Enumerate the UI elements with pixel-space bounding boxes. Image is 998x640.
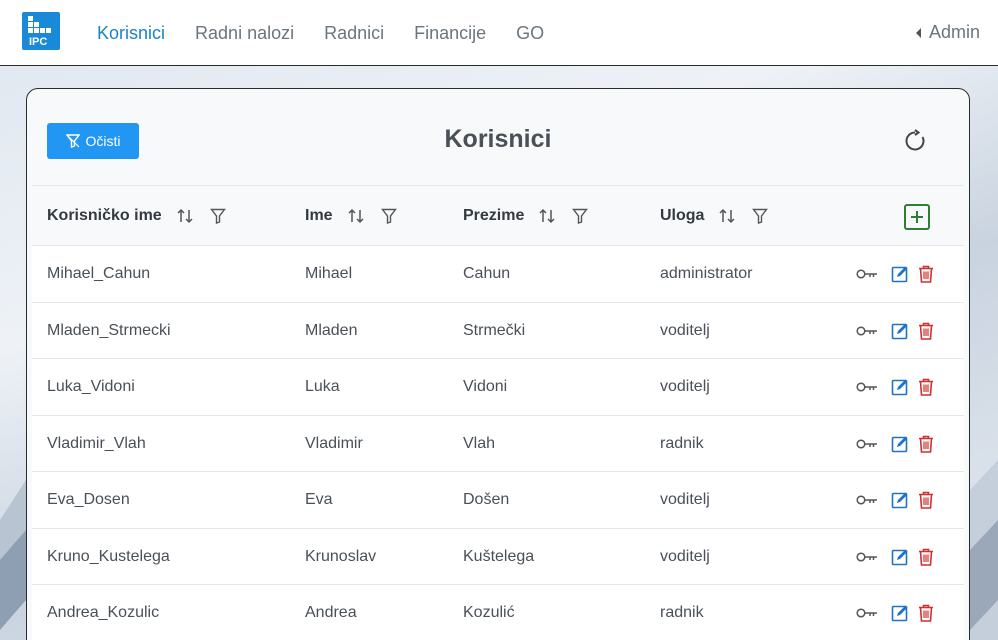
column-header-last-name[interactable]: Prezime [463,186,589,246]
sort-icon[interactable] [347,207,365,225]
plus-icon [911,211,923,223]
edit-icon[interactable] [891,604,909,622]
card-header: Očisti Korisnici [27,89,969,185]
filter-icon[interactable] [572,208,589,224]
table-row[interactable]: Mladen_Strmecki Mladen Strmečki voditelj [32,302,964,359]
user-menu-label: Admin [928,22,980,42]
trash-icon[interactable] [918,604,934,622]
add-user-button[interactable] [904,204,930,230]
cell-username: Luka_Vidoni [47,378,135,395]
table-row[interactable]: Luka_Vidoni Luka Vidoni voditelj [32,359,964,416]
cell-first-name: Luka [305,378,340,395]
user-menu[interactable]: Admin [915,22,980,43]
cell-role: voditelj [660,547,710,565]
top-navbar: IPC Korisnici Radni nalozi Radnici Finan… [0,0,998,66]
cell-last-name: Vlah [463,434,496,452]
cell-first-name: Krunoslav [305,547,377,565]
refresh-icon[interactable] [903,129,927,153]
column-label: Prezime [463,207,525,224]
key-icon[interactable] [856,268,878,280]
trash-icon[interactable] [918,265,934,283]
caret-left-icon [915,27,921,38]
key-icon[interactable] [856,494,878,506]
column-header-username[interactable]: Korisničko ime [47,186,226,246]
trash-icon[interactable] [918,435,934,453]
sort-icon[interactable] [176,207,194,225]
table-row[interactable]: Andrea_Kozulic Andrea Kozulić radnik [32,585,964,640]
cell-username: Kruno_Kustelega [47,547,170,565]
cell-role: radnik [660,604,704,621]
cell-username: Andrea_Kozulic [47,604,160,621]
column-header-first-name[interactable]: Ime [305,186,397,246]
edit-icon[interactable] [891,491,909,509]
cell-role: radnik [660,434,704,452]
cell-username: Mladen_Strmecki [47,321,171,339]
nav-item-korisnici[interactable]: Korisnici [97,23,165,44]
key-icon[interactable] [856,551,878,563]
cell-last-name: Cahun [463,265,511,282]
cell-last-name: Kozulić [463,604,515,621]
cell-first-name: Mladen [305,321,358,339]
cell-first-name: Eva [305,491,333,508]
table-row[interactable]: Eva_Dosen Eva Došen voditelj [32,472,964,529]
key-icon[interactable] [856,607,878,619]
cell-first-name: Andrea [305,604,357,621]
column-label: Korisničko ime [47,207,162,224]
ipc-logo[interactable]: IPC [22,12,60,50]
edit-icon[interactable] [891,435,909,453]
edit-icon[interactable] [891,378,909,396]
edit-icon[interactable] [891,322,909,340]
users-card: Očisti Korisnici Korisničko ime Ime Prez… [26,88,970,640]
key-icon[interactable] [856,381,878,393]
edit-icon[interactable] [891,265,909,283]
nav-item-radni-nalozi[interactable]: Radni nalozi [195,23,294,44]
table-body: Mihael_Cahun Mihael Cahun administrator … [32,246,964,640]
filter-icon[interactable] [209,208,226,224]
sort-icon[interactable] [718,207,736,225]
cell-role: voditelj [660,321,710,339]
cell-first-name: Mihael [305,265,353,282]
table-row[interactable]: Vladimir_Vlah Vladimir Vlah radnik [32,415,964,472]
nav-item-financije[interactable]: Financije [414,23,486,44]
cell-username: Vladimir_Vlah [47,434,146,452]
trash-icon[interactable] [918,378,934,396]
svg-text:IPC: IPC [29,36,47,48]
cell-role: voditelj [660,378,710,395]
users-table: Korisničko ime Ime Prezime Uloga Mihael_… [32,185,964,640]
column-label: Uloga [660,207,705,224]
trash-icon[interactable] [918,548,934,566]
key-icon[interactable] [856,325,878,337]
cell-last-name: Došen [463,491,510,508]
cell-first-name: Vladimir [305,434,363,452]
edit-icon[interactable] [891,548,909,566]
cell-last-name: Strmečki [463,321,526,339]
table-row[interactable]: Kruno_Kustelega Krunoslav Kuštelega vodi… [32,528,964,585]
table-row[interactable]: Mihael_Cahun Mihael Cahun administrator [32,246,964,303]
column-header-role[interactable]: Uloga [660,186,769,246]
table-header: Korisničko ime Ime Prezime Uloga [32,185,964,246]
nav-item-go[interactable]: GO [516,23,544,44]
nav-item-radnici[interactable]: Radnici [324,23,384,44]
cell-last-name: Vidoni [463,378,508,395]
page-title: Korisnici [444,125,552,153]
main-nav: Korisnici Radni nalozi Radnici Financije… [97,0,574,66]
column-label: Ime [305,207,333,224]
key-icon[interactable] [856,438,878,450]
cell-role: voditelj [660,491,710,508]
filter-icon[interactable] [380,208,397,224]
trash-icon[interactable] [918,322,934,340]
filter-icon[interactable] [752,208,769,224]
cell-role: administrator [660,265,753,282]
cell-username: Eva_Dosen [47,491,130,508]
sort-icon[interactable] [538,207,556,225]
cell-last-name: Kuštelega [463,547,535,565]
cell-username: Mihael_Cahun [47,265,151,282]
trash-icon[interactable] [918,491,934,509]
